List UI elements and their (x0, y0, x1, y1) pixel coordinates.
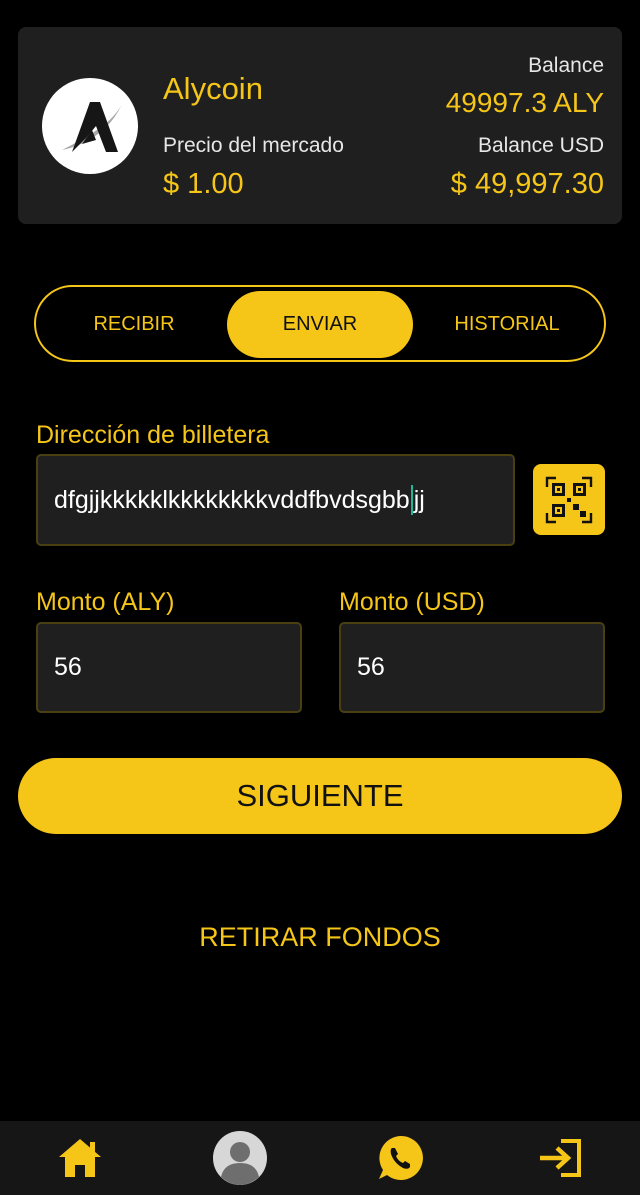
tab-bar: RECIBIR ENVIAR HISTORIAL (34, 285, 606, 362)
whatsapp-icon (379, 1135, 423, 1180)
balance-label: Balance (528, 54, 604, 77)
next-button[interactable]: SIGUIENTE (18, 758, 622, 834)
amount-usd-label: Monto (USD) (339, 588, 485, 616)
tab-enviar[interactable]: ENVIAR (227, 291, 413, 358)
withdraw-funds-link[interactable]: RETIRAR FONDOS (0, 922, 640, 953)
qr-scan-button[interactable] (533, 464, 605, 535)
amount-usd-value: 56 (357, 653, 385, 681)
nav-whatsapp[interactable] (360, 1121, 440, 1195)
balance-usd-value: $ 49,997.30 (450, 168, 604, 200)
amount-usd-input[interactable]: 56 (339, 622, 605, 713)
nav-profile[interactable] (200, 1121, 280, 1195)
amount-aly-value: 56 (54, 653, 82, 681)
wallet-address-input[interactable]: dfgjjkkkkklkkkkkkkkvddfbvdsgbb jj (36, 454, 515, 546)
market-price-value: $ 1.00 (163, 168, 244, 200)
address-text-after-caret: jj (413, 485, 425, 514)
amount-aly-label: Monto (ALY) (36, 588, 175, 616)
address-label: Dirección de billetera (36, 421, 270, 449)
balance-usd-label: Balance USD (477, 134, 604, 157)
logout-icon (540, 1139, 581, 1177)
nav-home[interactable] (40, 1121, 120, 1195)
address-text-before-caret: dfgjjkkkkklkkkkkkkkvddfbvdsgbb (54, 485, 410, 514)
text-caret (410, 485, 413, 515)
tab-recibir[interactable]: RECIBIR (42, 291, 226, 358)
alycoin-logo-icon (42, 78, 138, 174)
tab-historial[interactable]: HISTORIAL (414, 291, 600, 358)
wallet-card: Alycoin Precio del mercado $ 1.00 Balanc… (18, 27, 622, 224)
balance-value: 49997.3 ALY (445, 87, 604, 118)
coin-name: Alycoin (163, 71, 263, 106)
nav-logout[interactable] (520, 1121, 600, 1195)
profile-avatar-icon (213, 1131, 267, 1185)
home-icon (59, 1139, 101, 1177)
qr-code-icon (545, 476, 593, 523)
amount-aly-input[interactable]: 56 (36, 622, 302, 713)
market-price-label: Precio del mercado (163, 134, 344, 157)
bottom-nav (0, 1121, 640, 1195)
